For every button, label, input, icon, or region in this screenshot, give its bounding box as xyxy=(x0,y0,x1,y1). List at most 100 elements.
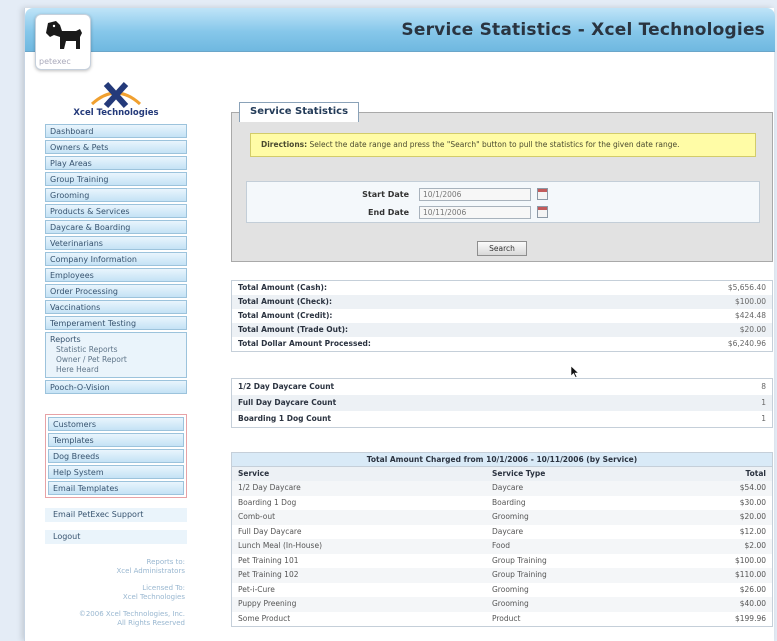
total-cell: $30.00 xyxy=(739,497,766,507)
table-row: Total Amount (Trade Out): $20.00 xyxy=(232,323,772,337)
calendar-icon[interactable] xyxy=(537,188,548,200)
dog-logo[interactable]: petexec xyxy=(35,14,91,70)
table-row: Full Day Daycare Count 1 xyxy=(232,395,772,411)
amount-value: $100.00 xyxy=(734,297,766,306)
column-header-total[interactable]: Total xyxy=(746,467,767,481)
service-cell: Lunch Meal (In-House) xyxy=(238,541,322,550)
table-row: Total Amount (Cash): $5,656.40 xyxy=(232,281,772,295)
nav-item-customers[interactable]: Customers xyxy=(48,417,184,431)
table-row: Pet Training 101 Group Training $100.00 xyxy=(232,554,772,569)
start-date-input[interactable]: 10/1/2006 xyxy=(419,188,531,201)
nav-subitem-here-heard[interactable]: Here Heard xyxy=(50,365,186,375)
amount-value: $424.48 xyxy=(734,311,766,320)
service-cell: Puppy Preening xyxy=(238,599,297,608)
nav-item-play-areas[interactable]: Play Areas xyxy=(45,156,187,170)
service-cell: 1/2 Day Daycare xyxy=(238,483,301,492)
end-date-row: End Date 10/11/2006 xyxy=(247,205,759,221)
total-cell: $12.00 xyxy=(739,526,766,536)
nav-item-products-services[interactable]: Products & Services xyxy=(45,204,187,218)
admin-nav: Customers Templates Dog Breeds Help Syst… xyxy=(45,414,187,498)
service-statistics-tab: Service Statistics xyxy=(239,102,360,122)
copyright-line: ©2006 Xcel Technologies, Inc. xyxy=(78,610,185,618)
calendar-icon[interactable] xyxy=(537,206,548,218)
nav-item-grooming[interactable]: Grooming xyxy=(45,188,187,202)
nav-item-temperament-testing[interactable]: Temperament Testing xyxy=(45,316,187,330)
reports-to-label: Reports to: xyxy=(146,558,185,566)
amount-label: Total Amount (Trade Out): xyxy=(238,325,349,334)
charges-body: 1/2 Day Daycare Daycare $54.00 Boarding … xyxy=(232,481,772,626)
count-label: Boarding 1 Dog Count xyxy=(238,414,331,423)
column-header-service[interactable]: Service xyxy=(238,467,269,481)
brand-logo: Xcel Technologies xyxy=(45,80,187,120)
nav-item-dog-breeds[interactable]: Dog Breeds xyxy=(48,449,184,463)
type-cell: Grooming xyxy=(492,512,529,521)
nav-subitem-owner-pet-report[interactable]: Owner / Pet Report xyxy=(50,355,186,365)
amount-label: Total Dollar Amount Processed: xyxy=(238,339,371,348)
count-label: Full Day Daycare Count xyxy=(238,398,337,407)
reports-to-value: Xcel Administrators xyxy=(116,567,186,575)
table-row: Pet-i-Cure Grooming $26.00 xyxy=(232,583,772,598)
total-cell: $54.00 xyxy=(739,483,766,492)
nav-item-pooch-o-vision[interactable]: Pooch-O-Vision xyxy=(45,380,187,394)
dog-icon xyxy=(46,21,82,49)
total-cell: $2.00 xyxy=(744,541,766,550)
service-cell: Boarding 1 Dog xyxy=(238,497,297,507)
type-cell: Food xyxy=(492,541,510,550)
logout-link[interactable]: Logout xyxy=(45,530,187,544)
service-cell: Pet-i-Cure xyxy=(238,584,275,594)
type-cell: Boarding xyxy=(492,497,526,507)
amount-label: Total Amount (Check): xyxy=(238,297,332,306)
amount-value: $6,240.96 xyxy=(727,339,766,348)
amount-label: Total Amount (Cash): xyxy=(238,283,327,292)
sidebar-footer: Reports to: Xcel Administrators Licensed… xyxy=(45,558,187,628)
nav-item-group-training[interactable]: Group Training xyxy=(45,172,187,186)
service-cell: Pet Training 102 xyxy=(238,570,299,579)
date-range-panel: Start Date 10/1/2006 End Date 10/11/2006 xyxy=(246,181,760,223)
nav-item-email-templates[interactable]: Email Templates xyxy=(48,481,184,495)
page-title: Service Statistics - Xcel Technologies xyxy=(401,20,765,40)
total-cell: $26.00 xyxy=(739,584,766,594)
nav-item-templates[interactable]: Templates xyxy=(48,433,184,447)
nav-item-daycare-boarding[interactable]: Daycare & Boarding xyxy=(45,220,187,234)
charges-title: Total Amount Charged from 10/1/2006 - 10… xyxy=(232,453,772,467)
count-label: 1/2 Day Daycare Count xyxy=(238,382,335,391)
nav-subitem-statistic-reports[interactable]: Statistic Reports xyxy=(50,345,186,355)
end-date-label: End Date xyxy=(368,208,409,217)
nav-item-reports[interactable]: Reports xyxy=(50,334,186,345)
search-button[interactable]: Search xyxy=(477,241,527,256)
nav-reports-section: Reports Statistic Reports Owner / Pet Re… xyxy=(45,332,187,378)
logo-subtext: petexec xyxy=(39,57,71,66)
count-value: 1 xyxy=(761,414,766,423)
licensed-to-label: Licensed To: xyxy=(142,584,185,592)
nav-item-company-information[interactable]: Company Information xyxy=(45,252,187,266)
column-header-type[interactable]: Service Type xyxy=(492,467,545,481)
total-cell: $199.96 xyxy=(734,613,766,623)
nav-item-owners-pets[interactable]: Owners & Pets xyxy=(45,140,187,154)
table-row: Puppy Preening Grooming $40.00 xyxy=(232,597,772,612)
nav-item-help-system[interactable]: Help System xyxy=(48,465,184,479)
end-date-input[interactable]: 10/11/2006 xyxy=(419,206,531,219)
search-panel: Directions: Select the date range and pr… xyxy=(231,112,773,262)
type-cell: Daycare xyxy=(492,526,524,536)
main-nav: Dashboard Owners & Pets Play Areas Group… xyxy=(45,124,187,394)
type-cell: Grooming xyxy=(492,584,529,594)
table-row: Full Day Daycare Daycare $12.00 xyxy=(232,525,772,540)
nav-item-dashboard[interactable]: Dashboard xyxy=(45,124,187,138)
email-support-link[interactable]: Email PetExec Support xyxy=(45,508,187,522)
nav-item-vaccinations[interactable]: Vaccinations xyxy=(45,300,187,314)
nav-item-employees[interactable]: Employees xyxy=(45,268,187,282)
rights-line: All Rights Reserved xyxy=(117,619,185,627)
type-cell: Group Training xyxy=(492,570,547,579)
header-bar: Service Statistics - Xcel Technologies xyxy=(25,8,775,52)
service-cell: Full Day Daycare xyxy=(238,526,302,536)
table-row: Comb-out Grooming $20.00 xyxy=(232,510,772,525)
directions-label: Directions: xyxy=(261,140,308,149)
total-cell: $100.00 xyxy=(734,555,766,565)
charges-column-headers: Service Service Type Total xyxy=(232,467,772,481)
nav-item-order-processing[interactable]: Order Processing xyxy=(45,284,187,298)
count-value: 8 xyxy=(761,382,766,391)
nav-item-veterinarians[interactable]: Veterinarians xyxy=(45,236,187,250)
total-cell: $20.00 xyxy=(739,512,766,521)
amounts-table: Total Amount (Cash): $5,656.40 Total Amo… xyxy=(231,280,773,352)
table-row: Lunch Meal (In-House) Food $2.00 xyxy=(232,539,772,554)
